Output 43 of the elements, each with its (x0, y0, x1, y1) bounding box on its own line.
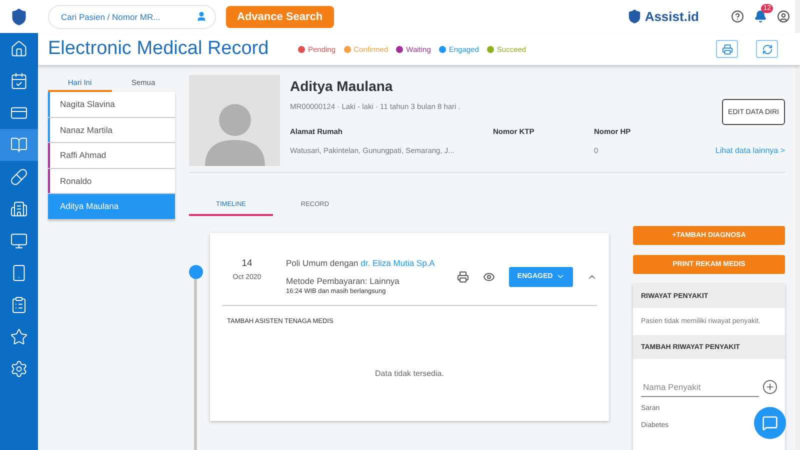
patient-item[interactable]: Ronaldo (48, 168, 175, 194)
clipboard-icon (10, 296, 28, 314)
search-field[interactable]: Cari Pasien / Nomor MR... (48, 4, 216, 28)
patient-item[interactable]: Raffi Ahmad (48, 143, 175, 168)
print-icon[interactable] (457, 270, 469, 282)
empty-message: Data tidak tersedia. (374, 369, 445, 378)
visit-title: Poli Umum dengan dr. Eliza Mutia Sp.A (286, 258, 436, 268)
patient-name: Aditya Maulana (290, 78, 394, 94)
calendar-check-icon (10, 72, 28, 90)
monitor-icon (10, 232, 28, 250)
visit-day: 14 (242, 258, 252, 269)
doctor-link[interactable]: dr. Eliza Mutia Sp.A (360, 258, 435, 268)
advance-search-button[interactable]: Advance Search (226, 6, 334, 28)
book-icon (10, 136, 28, 154)
more-data-link[interactable]: Lihat data lainnya > (715, 146, 785, 155)
patient-item[interactable]: Aditya Maulana (48, 194, 175, 220)
timeline-dot (189, 265, 203, 279)
home-icon (10, 40, 28, 58)
account-icon[interactable] (777, 10, 790, 23)
refresh-button[interactable] (756, 40, 778, 58)
plus-icon (765, 382, 775, 392)
add-button[interactable] (763, 380, 777, 394)
brand-name: Assist.id (644, 9, 699, 24)
page-title: Electronic Medical Record (48, 38, 270, 60)
help-icon[interactable] (731, 10, 744, 23)
chevron-down-icon (556, 272, 565, 281)
shield-logo-icon (10, 8, 28, 26)
patient-item[interactable]: Nanaz Martila (48, 118, 175, 143)
sidebar-item[interactable] (0, 129, 38, 161)
eye-icon[interactable] (483, 270, 495, 282)
chat-icon (762, 415, 778, 431)
pill-icon (10, 168, 28, 186)
refresh-icon (762, 44, 772, 54)
print-button[interactable] (716, 40, 738, 58)
shield-logo-icon (626, 9, 642, 24)
settings-icon (10, 360, 28, 378)
bell-icon[interactable] (754, 10, 767, 23)
building-icon (10, 200, 28, 218)
star-icon (10, 328, 28, 346)
payment-method: Metode Pembayaran: Lainnya (286, 276, 400, 286)
print-icon (722, 44, 732, 54)
user-icon (196, 10, 207, 22)
patient-item[interactable]: Nagita Slavina (48, 92, 175, 118)
